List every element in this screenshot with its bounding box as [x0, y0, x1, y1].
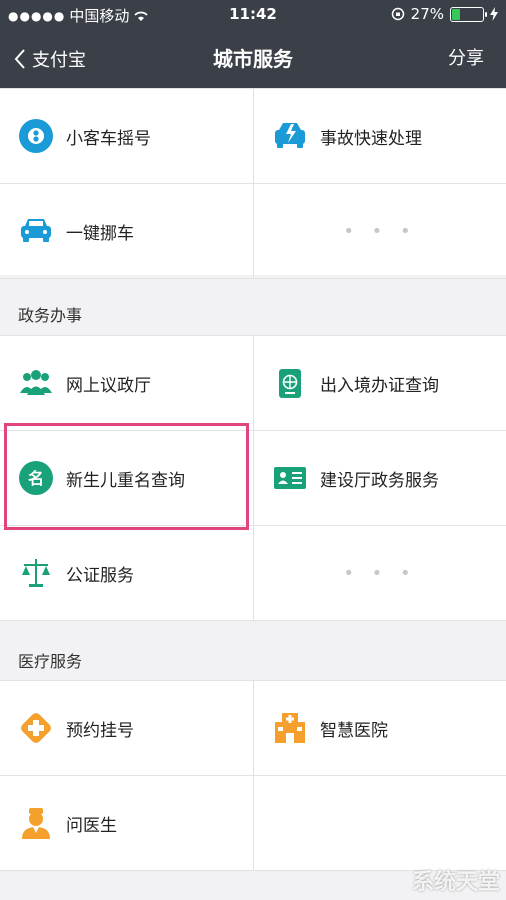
- accident-car-icon: [275, 123, 305, 148]
- service-label: 新生儿重名查询: [66, 470, 185, 491]
- medical-services-grid: 预约挂号 智慧医院 问医生: [0, 680, 506, 871]
- navigation-bar: 支付宝 城市服务 分享: [0, 30, 506, 88]
- service-label: 智慧医院: [320, 720, 388, 741]
- lottery-icon: [19, 119, 53, 153]
- svg-text:名: 名: [28, 469, 44, 488]
- section-title-medical: 医疗服务: [18, 652, 83, 671]
- doctor-icon: [22, 808, 50, 839]
- page-title: 城市服务: [213, 47, 293, 71]
- service-appointment[interactable]: 预约挂号: [0, 681, 253, 776]
- service-label: 小客车摇号: [66, 128, 151, 149]
- service-label: 事故快速处理: [320, 128, 422, 149]
- service-label: 公证服务: [66, 565, 134, 586]
- share-button[interactable]: 分享: [448, 30, 484, 88]
- service-label: 预约挂号: [66, 720, 134, 741]
- more-services[interactable]: • • •: [253, 184, 506, 279]
- medical-cross-icon: [21, 713, 51, 743]
- service-label: 建设厅政务服务: [320, 470, 439, 491]
- service-ask-doctor[interactable]: 问医生: [0, 776, 253, 871]
- charging-icon: [490, 7, 498, 21]
- service-label: 问医生: [66, 815, 117, 836]
- government-services-grid: 网上议政厅 出入境办证查询 名 新生儿重名查询 建设厅政务服务 公证服务 • •…: [0, 335, 506, 621]
- service-construction-dept[interactable]: 建设厅政务服务: [253, 431, 506, 526]
- name-icon: 名: [19, 461, 53, 495]
- traffic-services-grid: 小客车摇号 事故快速处理 一键挪车 • • •: [0, 88, 506, 279]
- service-car-lottery[interactable]: 小客车摇号: [0, 89, 253, 184]
- status-bar: ●●●●● 中国移动 11:42 27%: [0, 0, 506, 30]
- service-move-car[interactable]: 一键挪车: [0, 184, 253, 279]
- id-card-icon: [274, 467, 306, 489]
- people-icon: [20, 370, 52, 395]
- battery-fill: [452, 8, 460, 20]
- service-smart-hospital[interactable]: 智慧医院: [253, 681, 506, 776]
- service-notary[interactable]: 公证服务: [0, 526, 253, 621]
- hospital-icon: [275, 713, 305, 743]
- orientation-lock-icon: [391, 7, 404, 21]
- more-services[interactable]: • • •: [253, 526, 506, 621]
- battery-icon: [450, 6, 487, 22]
- service-accident-handling[interactable]: 事故快速处理: [253, 89, 506, 184]
- battery-percent: 27%: [410, 5, 444, 23]
- status-right: 27%: [391, 5, 498, 23]
- scales-icon: [22, 559, 50, 587]
- more-dots-icon: • • •: [343, 562, 417, 584]
- watermark: 系统天堂: [411, 870, 500, 895]
- service-immigration-query[interactable]: 出入境办证查询: [253, 336, 506, 431]
- passport-icon: [279, 369, 301, 398]
- service-label: 网上议政厅: [66, 375, 151, 396]
- service-newborn-name-query[interactable]: 名 新生儿重名查询: [0, 431, 253, 526]
- service-label: 出入境办证查询: [320, 375, 439, 396]
- car-icon: [21, 219, 51, 242]
- service-label: 一键挪车: [66, 223, 134, 244]
- service-online-hall[interactable]: 网上议政厅: [0, 336, 253, 431]
- more-dots-icon: • • •: [343, 220, 417, 242]
- empty-cell: [253, 776, 506, 871]
- section-title-government: 政务办事: [18, 306, 83, 325]
